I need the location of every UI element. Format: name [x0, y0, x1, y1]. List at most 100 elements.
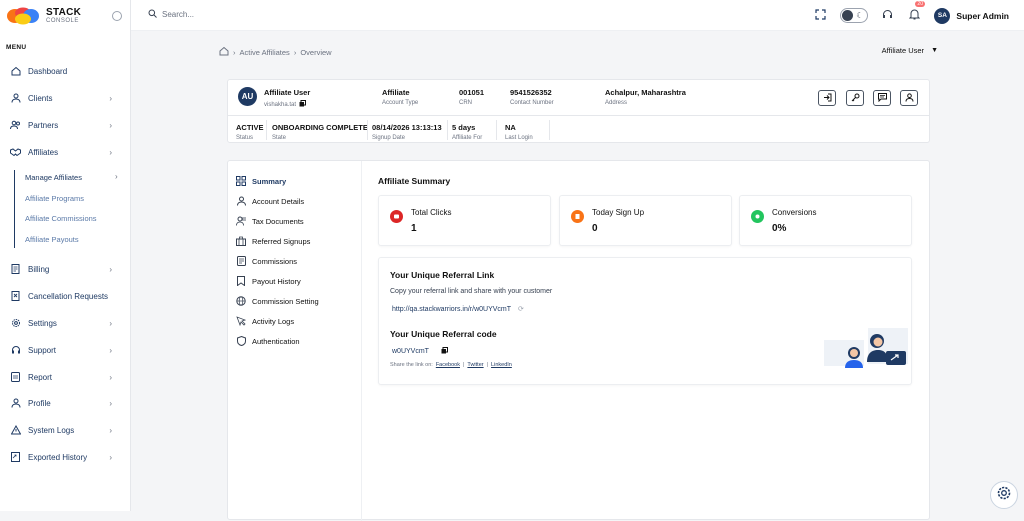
- referral-link[interactable]: http://qa.stackwarriors.in/r/w0UYVcmT: [392, 306, 511, 313]
- breadcrumb-overview: Overview: [300, 47, 332, 57]
- separator: [447, 120, 448, 140]
- sidebar-subitem-affiliate-commissions[interactable]: Affiliate Commissions: [25, 214, 97, 223]
- headset-icon[interactable]: [882, 7, 893, 25]
- crn-label: CRN: [459, 100, 472, 106]
- search-input[interactable]: Search...: [162, 10, 194, 19]
- logo-mark-icon: [6, 7, 42, 25]
- sidebar-item-billing[interactable]: Billing ›: [10, 261, 120, 277]
- sidebar: STACK CONSOLE MENU Dashboard Clients › P…: [0, 0, 131, 511]
- sidebar-item-support[interactable]: Support ›: [10, 342, 120, 358]
- separator: [367, 120, 368, 140]
- status-label: Status: [236, 135, 254, 141]
- search-box[interactable]: Search...: [148, 9, 194, 20]
- separator: [549, 120, 550, 140]
- tab-payout-history[interactable]: Payout History: [236, 276, 301, 286]
- copy-link-icon[interactable]: ⟳: [518, 305, 524, 313]
- sidebar-subitem-affiliate-programs[interactable]: Affiliate Programs: [25, 194, 84, 203]
- user-avatar[interactable]: SA: [934, 7, 951, 24]
- separator: [266, 120, 267, 140]
- tab-summary[interactable]: Summary: [236, 176, 286, 186]
- topbar: Search... ☾ 20 SA Super Admin: [131, 0, 1024, 31]
- affiliate-user-select[interactable]: Affiliate User ▼: [882, 46, 938, 55]
- theme-toggle[interactable]: ☾: [840, 8, 869, 23]
- sidebar-item-clients[interactable]: Clients ›: [10, 90, 120, 106]
- pointer-icon: [236, 316, 246, 326]
- detail-tabs: Summary Account Details Tax Documents Re…: [228, 161, 362, 521]
- handshake-icon: [10, 147, 21, 158]
- key-icon: [851, 89, 860, 107]
- share-linkedin-link[interactable]: LinkedIn: [491, 362, 512, 368]
- sun-icon: [842, 10, 854, 21]
- chat-icon: [877, 89, 887, 107]
- sidebar-item-affiliates[interactable]: Affiliates ›: [10, 144, 120, 160]
- shield-icon: [236, 336, 246, 346]
- sidebar-item-settings[interactable]: Settings ›: [10, 315, 120, 331]
- stat-label: Today Sign Up: [592, 208, 645, 217]
- stat-card-total-clicks: Total Clicks 1: [378, 195, 551, 246]
- copy-icon[interactable]: [441, 347, 448, 356]
- sidebar-item-report[interactable]: Report ›: [10, 369, 120, 385]
- status-value: ACTIVE: [236, 123, 264, 132]
- tab-label: Activity Logs: [252, 316, 295, 326]
- brand-logo[interactable]: STACK CONSOLE: [6, 7, 81, 25]
- settings-fab-button[interactable]: [990, 481, 1018, 509]
- tab-label: Summary: [252, 176, 287, 186]
- tab-commissions[interactable]: Commissions: [236, 256, 297, 266]
- sidebar-item-partners[interactable]: Partners ›: [10, 117, 120, 133]
- affiliates-submenu: Manage Affiliates › Affiliate Programs A…: [14, 170, 124, 248]
- stat-value: 0: [592, 223, 598, 234]
- affiliate-for-label: Affiliate For: [452, 135, 483, 141]
- reset-password-button[interactable]: [846, 90, 864, 106]
- users-icon: [10, 120, 21, 131]
- sidebar-item-label: Billing: [28, 264, 50, 274]
- signup-date-label: Signup Date: [372, 135, 406, 141]
- sidebar-item-exported-history[interactable]: Exported History ›: [10, 449, 120, 465]
- referral-link-desc: Copy your referral link and share with y…: [390, 288, 553, 295]
- sidebar-item-profile[interactable]: Profile ›: [10, 395, 120, 411]
- chevron-right-icon: ›: [109, 120, 112, 130]
- sidebar-item-label: Exported History: [28, 452, 88, 462]
- referral-card: Your Unique Referral Link Copy your refe…: [378, 257, 912, 385]
- collapse-sidebar-button[interactable]: [112, 11, 122, 21]
- login-icon: [823, 89, 832, 107]
- tab-tax-documents[interactable]: Tax Documents: [236, 216, 304, 226]
- notifications-button[interactable]: 20: [909, 0, 925, 25]
- share-facebook-link[interactable]: Facebook: [436, 362, 460, 368]
- sidebar-subitem-affiliate-payouts[interactable]: Affiliate Payouts: [25, 235, 79, 244]
- message-button[interactable]: [873, 90, 891, 106]
- chevron-right-icon: ›: [109, 318, 112, 328]
- tab-referred-signups[interactable]: Referred Signups: [236, 236, 310, 246]
- tab-activity-logs[interactable]: Activity Logs: [236, 316, 294, 326]
- sidebar-item-system-logs[interactable]: System Logs ›: [10, 422, 120, 438]
- login-as-button[interactable]: [818, 90, 836, 106]
- tab-account-details[interactable]: Account Details: [236, 196, 304, 206]
- tab-label: Account Details: [252, 196, 305, 206]
- fullscreen-icon[interactable]: [815, 7, 827, 25]
- chevron-right-icon: ›: [109, 345, 112, 355]
- user-name[interactable]: Super Admin: [956, 11, 1009, 21]
- home-icon: [10, 66, 21, 77]
- user-doc-icon: [236, 216, 246, 226]
- receipt-icon: [236, 256, 246, 266]
- tab-authentication[interactable]: Authentication: [236, 336, 300, 346]
- share-prefix: Share the link on:: [390, 362, 433, 368]
- share-twitter-link[interactable]: Twitter: [467, 362, 483, 368]
- referral-code-title: Your Unique Referral code: [390, 329, 497, 339]
- sidebar-item-cancellation-requests[interactable]: Cancellation Requests: [10, 288, 120, 304]
- referral-illustration: [822, 326, 912, 376]
- menu-title: MENU: [6, 44, 27, 51]
- state-value: ONBOARDING COMPLETE: [272, 123, 368, 132]
- grid-icon: [236, 176, 246, 186]
- sidebar-subitem-manage-affiliates[interactable]: Manage Affiliates: [25, 173, 82, 182]
- globe-icon: [236, 296, 246, 306]
- last-login-value: NA: [505, 123, 516, 132]
- profile-icon: [10, 398, 21, 409]
- profile-button[interactable]: [900, 90, 918, 106]
- stat-value: 0%: [772, 223, 787, 234]
- copy-icon[interactable]: [299, 100, 307, 109]
- home-icon[interactable]: [219, 46, 229, 58]
- breadcrumb-active-affiliates[interactable]: Active Affiliates: [240, 48, 290, 57]
- sidebar-item-label: Dashboard: [28, 66, 68, 76]
- tab-commission-setting[interactable]: Commission Setting: [236, 296, 319, 306]
- sidebar-item-dashboard[interactable]: Dashboard: [10, 63, 120, 79]
